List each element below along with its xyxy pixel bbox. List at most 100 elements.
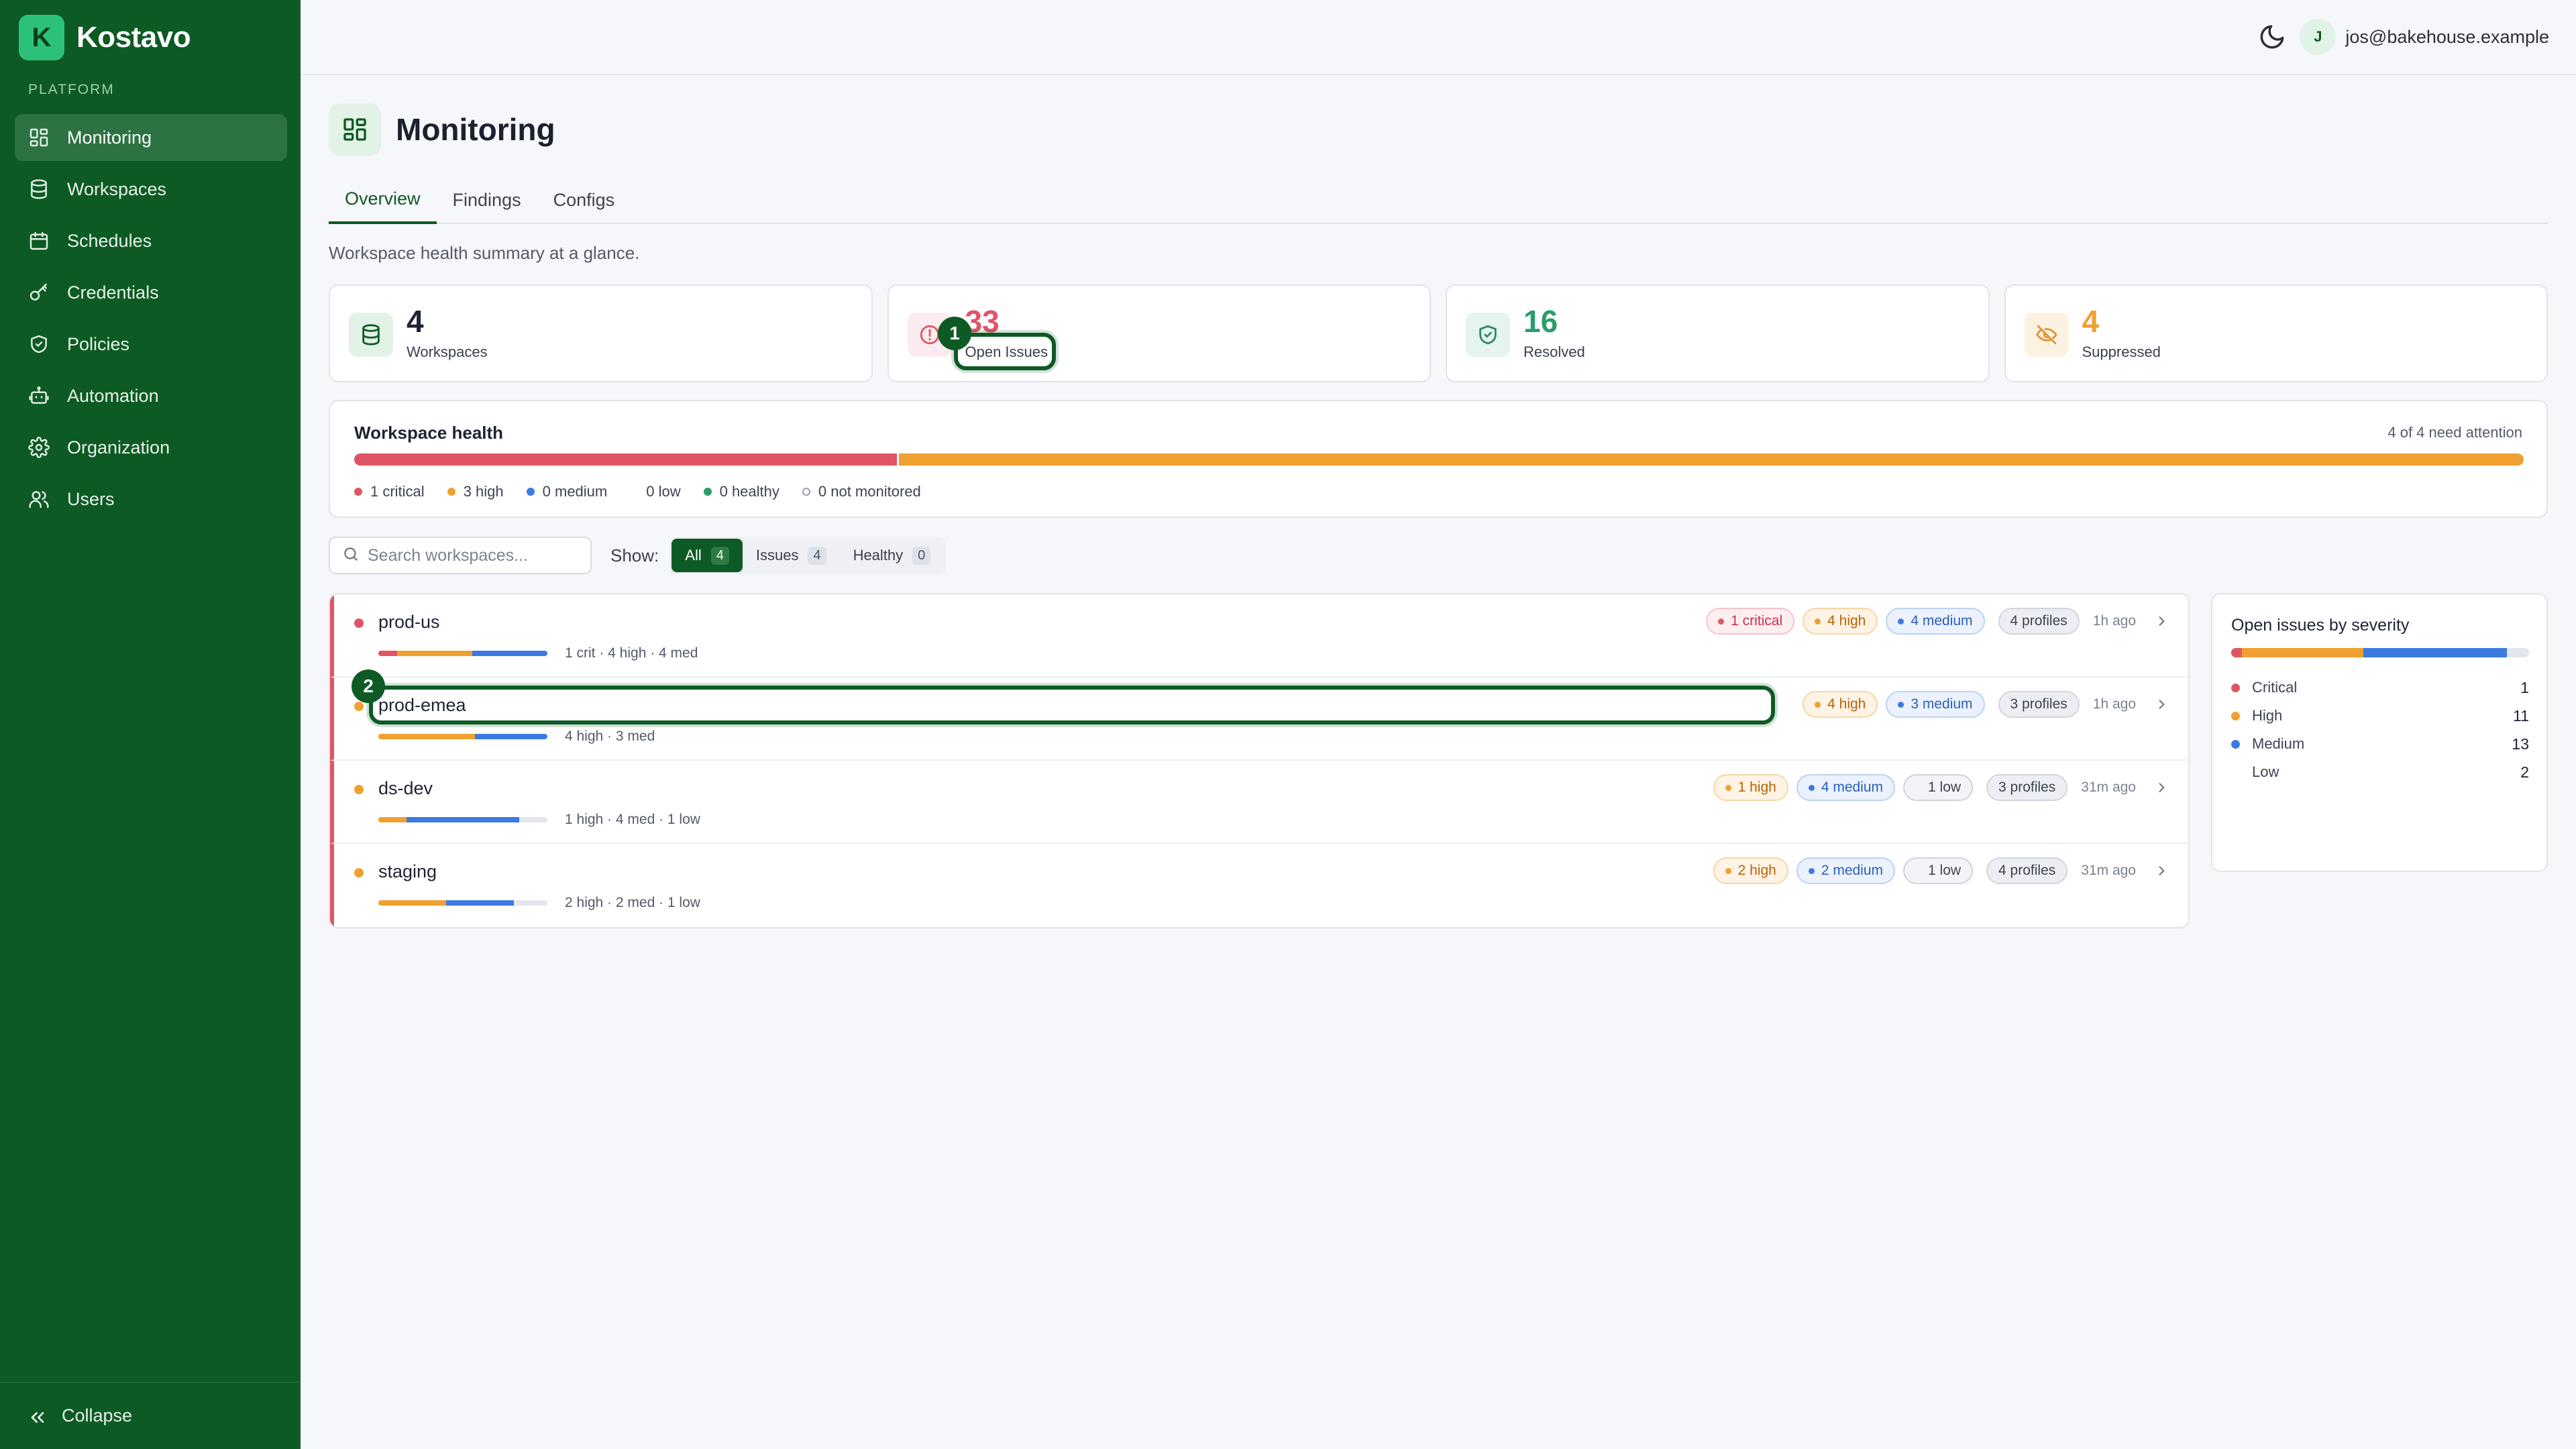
severity-row-low: Low 2 <box>2231 758 2529 786</box>
sidebar: K Kostavo PLATFORM Monitoring Workspaces S… <box>0 0 301 1449</box>
filter-pill-all[interactable]: All 4 <box>672 539 743 572</box>
collapse-button[interactable]: Collapse <box>0 1382 301 1449</box>
sidebar-item-automation[interactable]: Automation <box>15 372 287 419</box>
mini-bar-segment-medium <box>445 900 514 906</box>
mini-bar-segment-medium <box>475 734 547 739</box>
severity-badge-medium: 4 medium <box>1886 608 1985 635</box>
severity-label: Low <box>2252 763 2279 780</box>
legend-dot <box>630 488 638 496</box>
status-dot <box>354 702 364 711</box>
sidebar-item-monitoring[interactable]: Monitoring <box>15 114 287 161</box>
tab-configs[interactable]: Configs <box>537 176 631 224</box>
stat-cards: 4 Workspaces 33 Open Issues 16 Resolved … <box>329 284 2548 382</box>
workspace-name[interactable]: staging <box>378 861 437 882</box>
mini-bar-segment-critical <box>378 651 397 656</box>
sidebar-item-policies[interactable]: Policies <box>15 321 287 368</box>
stat-value: 4 <box>407 304 424 339</box>
workspace-meta: 1 critical 4 high 4 medium 4 profiles 1h ago <box>1698 608 2168 635</box>
moon-icon <box>2258 25 2286 54</box>
badge-label: 3 medium <box>1911 696 1973 712</box>
severity-count: 2 <box>2520 763 2529 781</box>
health-bar-segment-critical <box>354 453 897 466</box>
legend-dot <box>703 488 712 496</box>
severity-row-high: High 11 <box>2231 702 2529 730</box>
legend-label: 1 critical <box>370 483 425 500</box>
severity-title: Open issues by severity <box>2231 616 2410 635</box>
workspace-mini-bar <box>378 817 547 822</box>
stat-card-suppressed[interactable]: 4 Suppressed <box>2004 284 2548 382</box>
search-input[interactable] <box>368 545 582 566</box>
sidebar-item-workspaces[interactable]: Workspaces <box>15 166 287 213</box>
status-dot <box>354 868 364 877</box>
legend-label: 0 not monitored <box>818 483 921 500</box>
tab-overview[interactable]: Overview <box>329 176 437 224</box>
badge-dot <box>1915 868 1921 874</box>
workspace-row[interactable]: ds-dev 1 high · 4 med · 1 low 1 high 4 medi… <box>330 761 2188 844</box>
severity-bar-segment-critical <box>2231 648 2243 657</box>
severity-label: Medium <box>2252 735 2305 752</box>
sidebar-item-credentials[interactable]: Credentials <box>15 269 287 316</box>
severity-dot <box>2231 739 2240 749</box>
health-meta: 4 of 4 need attention <box>2387 424 2522 441</box>
database-icon <box>349 313 393 357</box>
sidebar-item-label: Users <box>67 488 115 509</box>
stat-card-resolved[interactable]: 16 Resolved <box>1446 284 1990 382</box>
badge-dot <box>1815 618 1821 625</box>
sidebar-item-organization[interactable]: Organization <box>15 424 287 471</box>
search-icon <box>342 545 360 566</box>
sidebar-item-label: Automation <box>67 385 159 406</box>
severity-badge-medium: 2 medium <box>1796 857 1896 884</box>
workspace-name[interactable]: ds-dev <box>378 778 433 799</box>
robot-icon <box>28 385 50 407</box>
last-scan-time: 1h ago <box>2092 696 2136 712</box>
search-box[interactable] <box>329 537 592 574</box>
chevron-right-icon[interactable] <box>2155 614 2168 628</box>
chevron-right-icon[interactable] <box>2155 864 2168 877</box>
sidebar-section-label: PLATFORM <box>28 82 115 97</box>
theme-toggle-button[interactable] <box>2258 23 2286 51</box>
badge-dot <box>1725 867 1731 874</box>
legend-label: 0 low <box>646 483 681 500</box>
severity-count: 1 <box>2520 678 2529 696</box>
severity-rows: Critical 1 High 11 Medium 13 Low 2 <box>2231 674 2529 786</box>
chevrons-left-icon <box>27 1407 46 1426</box>
badge-dot <box>1808 867 1815 874</box>
tabs: Overview Findings Configs <box>329 176 2548 224</box>
tab-findings[interactable]: Findings <box>437 176 537 224</box>
severity-dot <box>2231 711 2240 720</box>
workspace-mini-bar <box>378 651 547 656</box>
profiles-label: 4 profiles <box>1998 863 2056 878</box>
workspace-mini-bar <box>378 734 547 739</box>
workspace-summary: 1 crit · 4 high · 4 med <box>565 645 698 661</box>
pill-count: 0 <box>912 546 931 565</box>
calendar-icon <box>28 230 50 252</box>
workspace-row[interactable]: prod-us 1 crit · 4 high · 4 med 1 critical… <box>330 594 2188 678</box>
chevron-right-icon[interactable] <box>2155 781 2168 794</box>
mini-bar-segment-high <box>378 734 475 739</box>
brand[interactable]: K Kostavo <box>19 15 191 60</box>
pill-label: All <box>685 547 702 564</box>
workspace-row[interactable]: staging 2 high · 2 med · 1 low 2 high 2 med… <box>330 844 2188 927</box>
mini-bar-segment-medium <box>472 651 547 656</box>
badge-label: 4 medium <box>1821 780 1884 795</box>
chevron-right-icon[interactable] <box>2155 698 2168 711</box>
filter-pill-healthy[interactable]: Healthy 0 <box>840 539 945 572</box>
filter-bar: Show: All 4 Issues 4 Healthy 0 <box>329 537 947 574</box>
sidebar-item-schedules[interactable]: Schedules <box>15 217 287 264</box>
health-bar-segment-high <box>896 453 2524 466</box>
stat-label: Resolved <box>1523 343 1585 360</box>
key-icon <box>28 282 50 303</box>
profiles-label: 3 profiles <box>2010 696 2068 712</box>
user-menu[interactable]: J jos@bakehouse.example <box>2300 19 2549 55</box>
workspace-name[interactable]: prod-us <box>378 612 440 633</box>
badge-label: 4 medium <box>1911 613 1973 629</box>
badge-dot <box>1718 618 1725 625</box>
stat-card-workspaces[interactable]: 4 Workspaces <box>329 284 873 382</box>
profiles-badge: 3 profiles <box>1986 774 2068 801</box>
severity-badge-high: 4 high <box>1803 608 1878 635</box>
filter-pill-issues[interactable]: Issues 4 <box>743 539 840 572</box>
sidebar-item-users[interactable]: Users <box>15 476 287 523</box>
badge-dot <box>1815 701 1821 708</box>
severity-row-critical: Critical 1 <box>2231 674 2529 702</box>
mini-bar-segment-high <box>378 900 446 906</box>
